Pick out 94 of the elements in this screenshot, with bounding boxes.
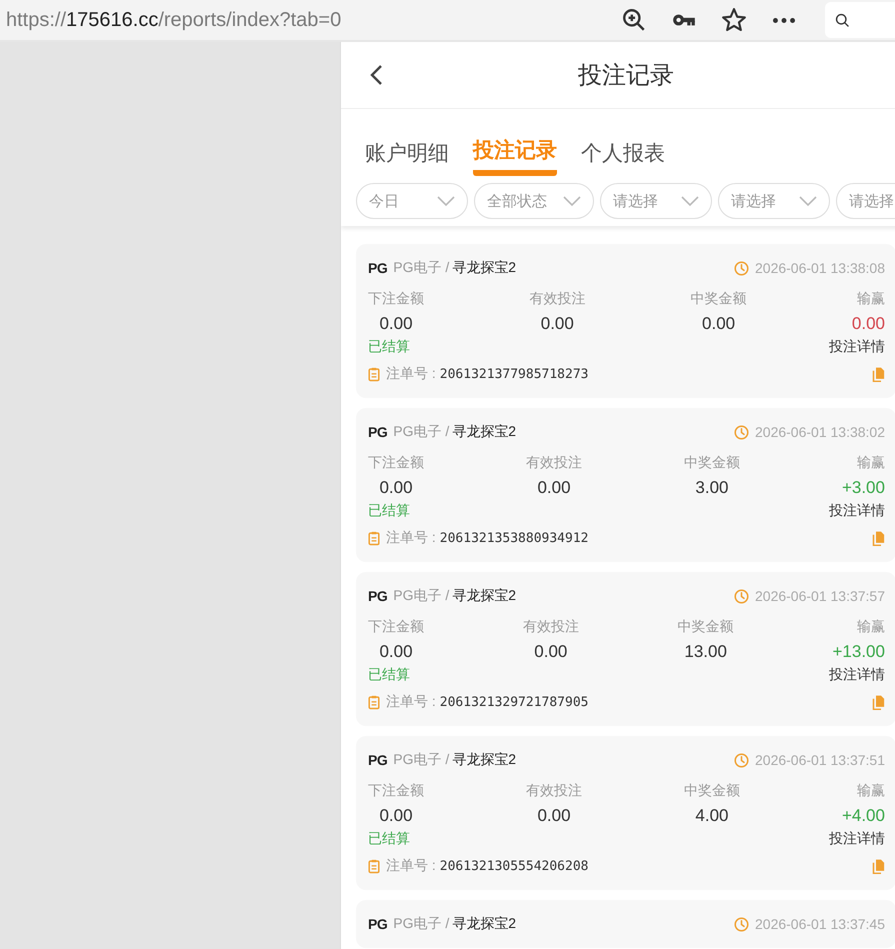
page-title: 投注记录 xyxy=(578,62,674,89)
field-label: 下注金额 xyxy=(368,289,424,308)
bet-time: 2026-06-01 13:37:51 xyxy=(755,752,885,768)
settled-status: 已结算 xyxy=(368,337,410,356)
field-label: 中奖金额 xyxy=(684,781,740,800)
field-label: 输赢 xyxy=(856,453,885,472)
order-number-label: 注单号 : xyxy=(386,529,436,547)
bet-details-link[interactable]: 投注详情 xyxy=(829,500,885,520)
bet-time: 2026-06-01 13:38:02 xyxy=(755,424,885,440)
order-number: 2061321377985718273 xyxy=(440,366,588,382)
field-value: 0.00 xyxy=(379,313,413,335)
field-value: +4.00 xyxy=(842,805,885,827)
settled-status: 已结算 xyxy=(368,665,410,684)
bet-details-link[interactable]: 投注详情 xyxy=(829,336,885,356)
game-name: 寻龙探宝2 xyxy=(452,751,516,769)
chevron-down-icon xyxy=(437,196,455,206)
zoom-in-icon xyxy=(621,7,647,33)
provider-logo: PG xyxy=(368,588,388,604)
provider-logo: PG xyxy=(368,916,388,932)
field-label: 中奖金额 xyxy=(684,453,740,472)
order-number-label: 注单号 : xyxy=(386,857,436,875)
field-label: 输赢 xyxy=(856,781,885,800)
provider-name: PG电子 / xyxy=(393,423,450,441)
field-label: 有效投注 xyxy=(526,453,582,472)
field-label: 下注金额 xyxy=(368,781,424,800)
field-label: 有效投注 xyxy=(522,617,579,636)
tab[interactable]: 账户明细 xyxy=(365,109,449,176)
field-value: 0.00 xyxy=(852,313,885,335)
clipboard-icon xyxy=(368,858,380,874)
bet-time: 2026-06-01 13:38:08 xyxy=(755,260,885,276)
field-value: 4.00 xyxy=(695,805,729,827)
chevron-down-icon xyxy=(681,196,699,206)
field-label: 中奖金额 xyxy=(690,289,747,308)
field-label: 输赢 xyxy=(856,617,885,636)
game-name: 寻龙探宝2 xyxy=(452,423,516,441)
order-number-label: 注单号 : xyxy=(386,693,436,711)
star-icon xyxy=(721,7,747,33)
field-value: 0.00 xyxy=(702,313,736,335)
field-label: 中奖金额 xyxy=(678,617,734,636)
field-value: 0.00 xyxy=(537,805,571,827)
copy-icon[interactable] xyxy=(872,694,885,710)
field-value: +3.00 xyxy=(842,477,885,499)
field-value: 13.00 xyxy=(684,641,727,663)
game-name: 寻龙探宝2 xyxy=(452,915,516,933)
settled-status: 已结算 xyxy=(368,829,410,848)
field-label: 输赢 xyxy=(856,289,885,308)
chevron-down-icon xyxy=(799,196,817,206)
provider-logo: PG xyxy=(368,260,388,276)
field-value: +13.00 xyxy=(832,641,885,663)
field-label: 有效投注 xyxy=(529,289,586,308)
field-value: 0.00 xyxy=(537,477,571,499)
clock-icon xyxy=(734,260,749,276)
field-value: 0.00 xyxy=(379,805,413,827)
provider-logo: PG xyxy=(368,424,388,440)
field-value: 3.00 xyxy=(695,477,729,499)
clipboard-icon xyxy=(368,366,380,382)
provider-name: PG电子 / xyxy=(393,915,450,933)
clipboard-icon xyxy=(368,694,380,710)
provider-name: PG电子 / xyxy=(393,751,450,769)
bet-time: 2026-06-01 13:37:45 xyxy=(755,916,885,932)
game-name: 寻龙探宝2 xyxy=(452,259,516,277)
order-number: 2061321329721787905 xyxy=(440,694,588,710)
order-number: 2061321305554206208 xyxy=(440,858,588,874)
copy-icon[interactable] xyxy=(872,858,885,874)
copy-icon[interactable] xyxy=(872,366,885,382)
order-number-label: 注单号 : xyxy=(386,365,436,383)
bet-details-link[interactable]: 投注详情 xyxy=(829,828,885,848)
field-value: 0.00 xyxy=(379,641,413,663)
field-label: 有效投注 xyxy=(526,781,582,800)
clock-icon xyxy=(734,588,749,604)
bet-time: 2026-06-01 13:37:57 xyxy=(755,588,885,604)
clock-icon xyxy=(734,424,749,440)
field-value: 0.00 xyxy=(379,477,413,499)
copy-icon[interactable] xyxy=(872,530,885,546)
provider-name: PG电子 / xyxy=(393,587,450,605)
field-label: 下注金额 xyxy=(368,453,424,472)
field-value: 0.00 xyxy=(540,313,574,335)
clipboard-icon xyxy=(368,530,380,546)
provider-logo: PG xyxy=(368,752,388,768)
back-icon[interactable] xyxy=(369,64,383,86)
clock-icon xyxy=(734,752,749,768)
field-label: 下注金额 xyxy=(368,617,424,636)
search-field[interactable] xyxy=(825,2,895,38)
tab[interactable]: 个人报表 xyxy=(581,109,665,176)
settled-status: 已结算 xyxy=(368,501,410,520)
search-icon xyxy=(835,12,850,28)
field-value: 0.00 xyxy=(534,641,568,663)
bet-details-link[interactable]: 投注详情 xyxy=(829,664,885,684)
game-name: 寻龙探宝2 xyxy=(452,587,516,605)
clock-icon xyxy=(734,916,749,932)
chevron-down-icon xyxy=(563,196,581,206)
more-icon xyxy=(773,18,795,22)
order-number: 2061321353880934912 xyxy=(440,530,588,546)
provider-name: PG电子 / xyxy=(393,259,450,277)
